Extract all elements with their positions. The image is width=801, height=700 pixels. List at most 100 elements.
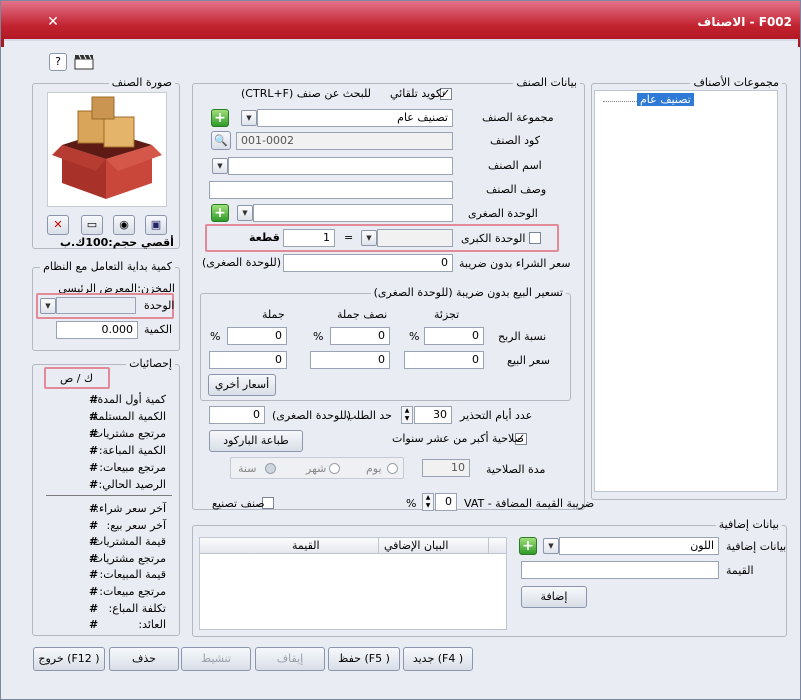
item-image-group: صورة الصنف ✕ ▭ ◉ ▣ — [32, 76, 180, 249]
save-button[interactable]: حفظ (F5 ) — [328, 647, 400, 671]
stat-label: كمية أول المدة: — [93, 393, 166, 406]
stat-label: آخر سعر شراء: — [95, 502, 166, 515]
purchase-price-label: سعر الشراء بدون ضريبة — [459, 257, 571, 270]
stat-value: # — [89, 601, 99, 615]
validity-field[interactable]: 10 — [422, 459, 470, 477]
auto-code-label: تكويد تلقائي — [390, 87, 445, 100]
help-icon[interactable]: ? — [49, 53, 67, 71]
tree-connector — [603, 101, 637, 102]
validity-10y-label: صلاحية أكبر من عشر سنوات — [392, 432, 524, 445]
stats-title: إحصائيات — [126, 357, 175, 370]
search-icon[interactable]: 🔍 — [211, 131, 231, 150]
extra-data-field[interactable]: اللون — [559, 537, 719, 555]
margin-whole-field[interactable]: 0 — [227, 327, 287, 345]
price-half-field[interactable]: 0 — [310, 351, 390, 369]
other-prices-button[interactable]: أسعار أخري — [208, 374, 276, 396]
exit-button[interactable]: خروج (F12 ) — [33, 647, 105, 671]
warn-days-spinner[interactable]: ▲ ▼ — [401, 406, 413, 424]
grid-col-value: القيمة — [292, 539, 320, 552]
stat-value: # — [89, 585, 99, 598]
price-retail-field[interactable]: 0 — [404, 351, 484, 369]
stat-value: # — [89, 444, 99, 457]
item-group-field[interactable]: تصنيف عام — [257, 109, 453, 127]
item-groups-title: مجموعات الأصناف — [690, 76, 782, 89]
item-data-title: بيانات الصنف — [513, 76, 580, 89]
item-name-label: اسم الصنف — [488, 159, 542, 172]
add-group-icon[interactable]: + — [211, 109, 229, 127]
new-button[interactable]: جديد (F4 ) — [403, 647, 473, 671]
big-unit-factor-field[interactable]: 1 — [283, 229, 335, 247]
clapperboard-icon[interactable] — [74, 54, 96, 70]
add-extra-icon[interactable]: + — [519, 537, 537, 555]
stop-button[interactable]: إيقاف — [255, 647, 325, 671]
year-label: سنة — [238, 462, 257, 475]
vat-pct: % — [406, 497, 417, 510]
day-radio[interactable] — [387, 463, 398, 474]
big-unit-field[interactable] — [377, 229, 453, 247]
help-icon-label: ? — [55, 55, 61, 68]
close-button[interactable]: ✕ — [39, 13, 67, 31]
print-barcode-button[interactable]: طباعة الباركود — [209, 430, 303, 452]
delete-button[interactable]: حذف — [109, 647, 179, 671]
activate-button[interactable]: تنشيط — [181, 647, 251, 671]
extra-value-field[interactable] — [521, 561, 719, 579]
big-unit-dropdown-button[interactable]: ▼ — [361, 230, 377, 246]
start-unit-field[interactable] — [56, 297, 136, 314]
pct-whole: % — [210, 330, 221, 343]
item-code-field[interactable]: 001-0002 — [236, 132, 453, 150]
client-area: ? صورة الصنف ✕ ▭ ◉ ▣ أقصي حجم:100ك.ب كمي… — [4, 39, 798, 699]
add-extra-button[interactable]: إضافة — [521, 586, 587, 608]
group-dropdown-button[interactable]: ▼ — [241, 110, 257, 126]
name-dropdown-button[interactable]: ▼ — [212, 158, 228, 174]
stat-value: # — [89, 478, 99, 491]
order-limit-field[interactable]: 0 — [209, 406, 265, 424]
month-label: شهر — [306, 462, 327, 475]
stat-label: آخر سعر بيع: — [106, 518, 166, 532]
vat-spinner[interactable]: ▲ ▼ — [422, 493, 434, 511]
big-unit-checkbox[interactable] — [529, 232, 541, 244]
margin-retail-field[interactable]: 0 — [424, 327, 484, 345]
extra-data-grid[interactable]: البيان الإضافي القيمة — [199, 537, 507, 630]
stat-value: # — [89, 461, 99, 474]
stats-divider — [46, 495, 172, 496]
big-unit-label: الوحدة الكبرى — [461, 232, 526, 245]
month-radio[interactable] — [329, 463, 340, 474]
camera-icon[interactable]: ◉ — [113, 215, 135, 235]
item-image — [47, 92, 167, 207]
day-label: يوم — [366, 462, 382, 475]
extra-data-label: بيانات إضافية — [726, 540, 787, 553]
purchase-price-field[interactable]: 0 — [283, 254, 453, 272]
browse-image-icon[interactable]: ▣ — [145, 215, 167, 235]
start-unit-label: الوحدة — [144, 299, 175, 312]
price-whole-field[interactable]: 0 — [209, 351, 287, 369]
add-unit-icon[interactable]: + — [211, 204, 229, 222]
warn-days-label: عدد أيام التحذير — [460, 409, 533, 422]
unit-dropdown-button[interactable]: ▼ — [40, 298, 56, 314]
small-unit-dropdown-button[interactable]: ▼ — [237, 205, 253, 221]
item-group-label: مجموعة الصنف — [482, 111, 554, 124]
stat-label: تكلفة المباع: — [108, 601, 166, 615]
tree-item-general[interactable]: تصنيف عام — [637, 93, 694, 106]
stat-label: مرتجع مشتريات: — [88, 551, 166, 565]
vat-field[interactable]: 0 — [435, 493, 457, 511]
search-hint: للبحث عن صنف (CTRL+F) — [241, 87, 371, 100]
validity-label: مدة الصلاحية — [486, 463, 546, 476]
stat-label: مرتجع مبيعات: — [99, 585, 166, 598]
year-radio[interactable] — [265, 463, 276, 474]
remove-image-icon[interactable]: ✕ — [47, 215, 69, 235]
stat-value: # — [89, 551, 99, 565]
warn-days-field[interactable]: 30 — [414, 406, 452, 424]
stat-value: # — [89, 427, 99, 440]
item-groups-panel: مجموعات الأصناف تصنيف عام — [591, 76, 787, 500]
extra-dropdown-button[interactable]: ▼ — [543, 538, 559, 554]
margin-half-field[interactable]: 0 — [330, 327, 390, 345]
item-name-field[interactable] — [228, 157, 453, 175]
start-qty-field[interactable]: 0.000 — [56, 321, 138, 339]
item-groups-tree[interactable]: تصنيف عام — [594, 90, 778, 492]
stat-label: مرتجع مشتريات: — [88, 427, 166, 440]
grid-col-divider — [378, 538, 379, 554]
vat-label: ضريبة القيمة المضافة - VAT — [464, 497, 595, 510]
item-desc-field[interactable] — [209, 181, 453, 199]
small-unit-field[interactable] — [253, 204, 453, 222]
scanner-icon[interactable]: ▭ — [81, 215, 103, 235]
